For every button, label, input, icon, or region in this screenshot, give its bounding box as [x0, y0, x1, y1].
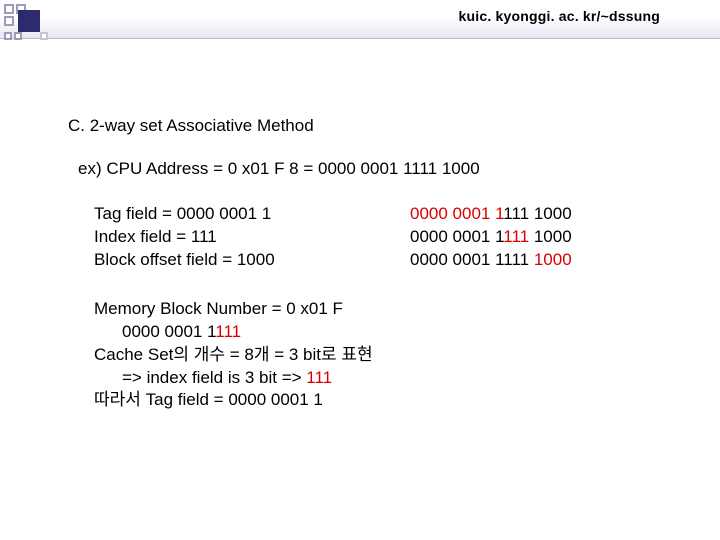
block-field-line: Block offset field = 1000 [94, 249, 410, 272]
field-columns: Tag field = 0000 0001 1 Index field = 11… [94, 203, 660, 272]
mem-block-line: Memory Block Number = 0 x01 F [94, 298, 660, 321]
mem-block-bits: 0000 0001 1111 [94, 321, 660, 344]
explanation-block: Memory Block Number = 0 x01 F 0000 0001 … [94, 298, 660, 413]
index-bits: 111 [503, 227, 529, 246]
tag-bits-plain: 0000 0001 1 [410, 227, 503, 246]
tag-field-conclusion: 따라서 Tag field = 0000 0001 1 [94, 389, 660, 412]
field-definitions: Tag field = 0000 0001 1 Index field = 11… [94, 203, 410, 272]
index-field-line: Index field = 111 [94, 226, 410, 249]
breakdown-row-3: 0000 0001 1111 1000 [410, 249, 660, 272]
breakdown-row-1: 0000 0001 1111 1000 [410, 203, 660, 226]
tag-field-line: Tag field = 0000 0001 1 [94, 203, 410, 226]
header-url: kuic. kyonggi. ac. kr/~dssung [459, 8, 660, 24]
field-breakdown: 0000 0001 1111 1000 0000 0001 1111 1000 … [410, 203, 660, 272]
slide-body: C. 2-way set Associative Method ex) CPU … [0, 60, 720, 540]
mem-block-index: 111 [215, 322, 241, 341]
cache-set-line: Cache Set의 개수 = 8개 = 3 bit로 표현 [94, 344, 660, 367]
tag-bits: 0000 0001 1 [410, 204, 503, 223]
prefix-bits: 0000 0001 1111 [410, 250, 534, 269]
index-conclusion-text: => index field is 3 bit => [122, 368, 306, 387]
section-title: C. 2-way set Associative Method [68, 115, 660, 138]
block-bits: 1000 [534, 250, 572, 269]
example-line: ex) CPU Address = 0 x01 F 8 = 0000 0001 … [78, 158, 660, 181]
breakdown-row-2: 0000 0001 1111 1000 [410, 226, 660, 249]
header-bar: kuic. kyonggi. ac. kr/~dssung [0, 0, 720, 39]
rest-bits: 111 1000 [503, 204, 571, 223]
block-suffix: 1000 [529, 227, 572, 246]
mem-block-prefix: 0000 0001 1 [122, 322, 215, 341]
slide: kuic. kyonggi. ac. kr/~dssung C. 2-way s… [0, 0, 720, 540]
index-conclusion-bits: 111 [306, 368, 332, 387]
logo-icon [0, 0, 44, 44]
index-field-conclusion: => index field is 3 bit => 111 [94, 367, 660, 390]
